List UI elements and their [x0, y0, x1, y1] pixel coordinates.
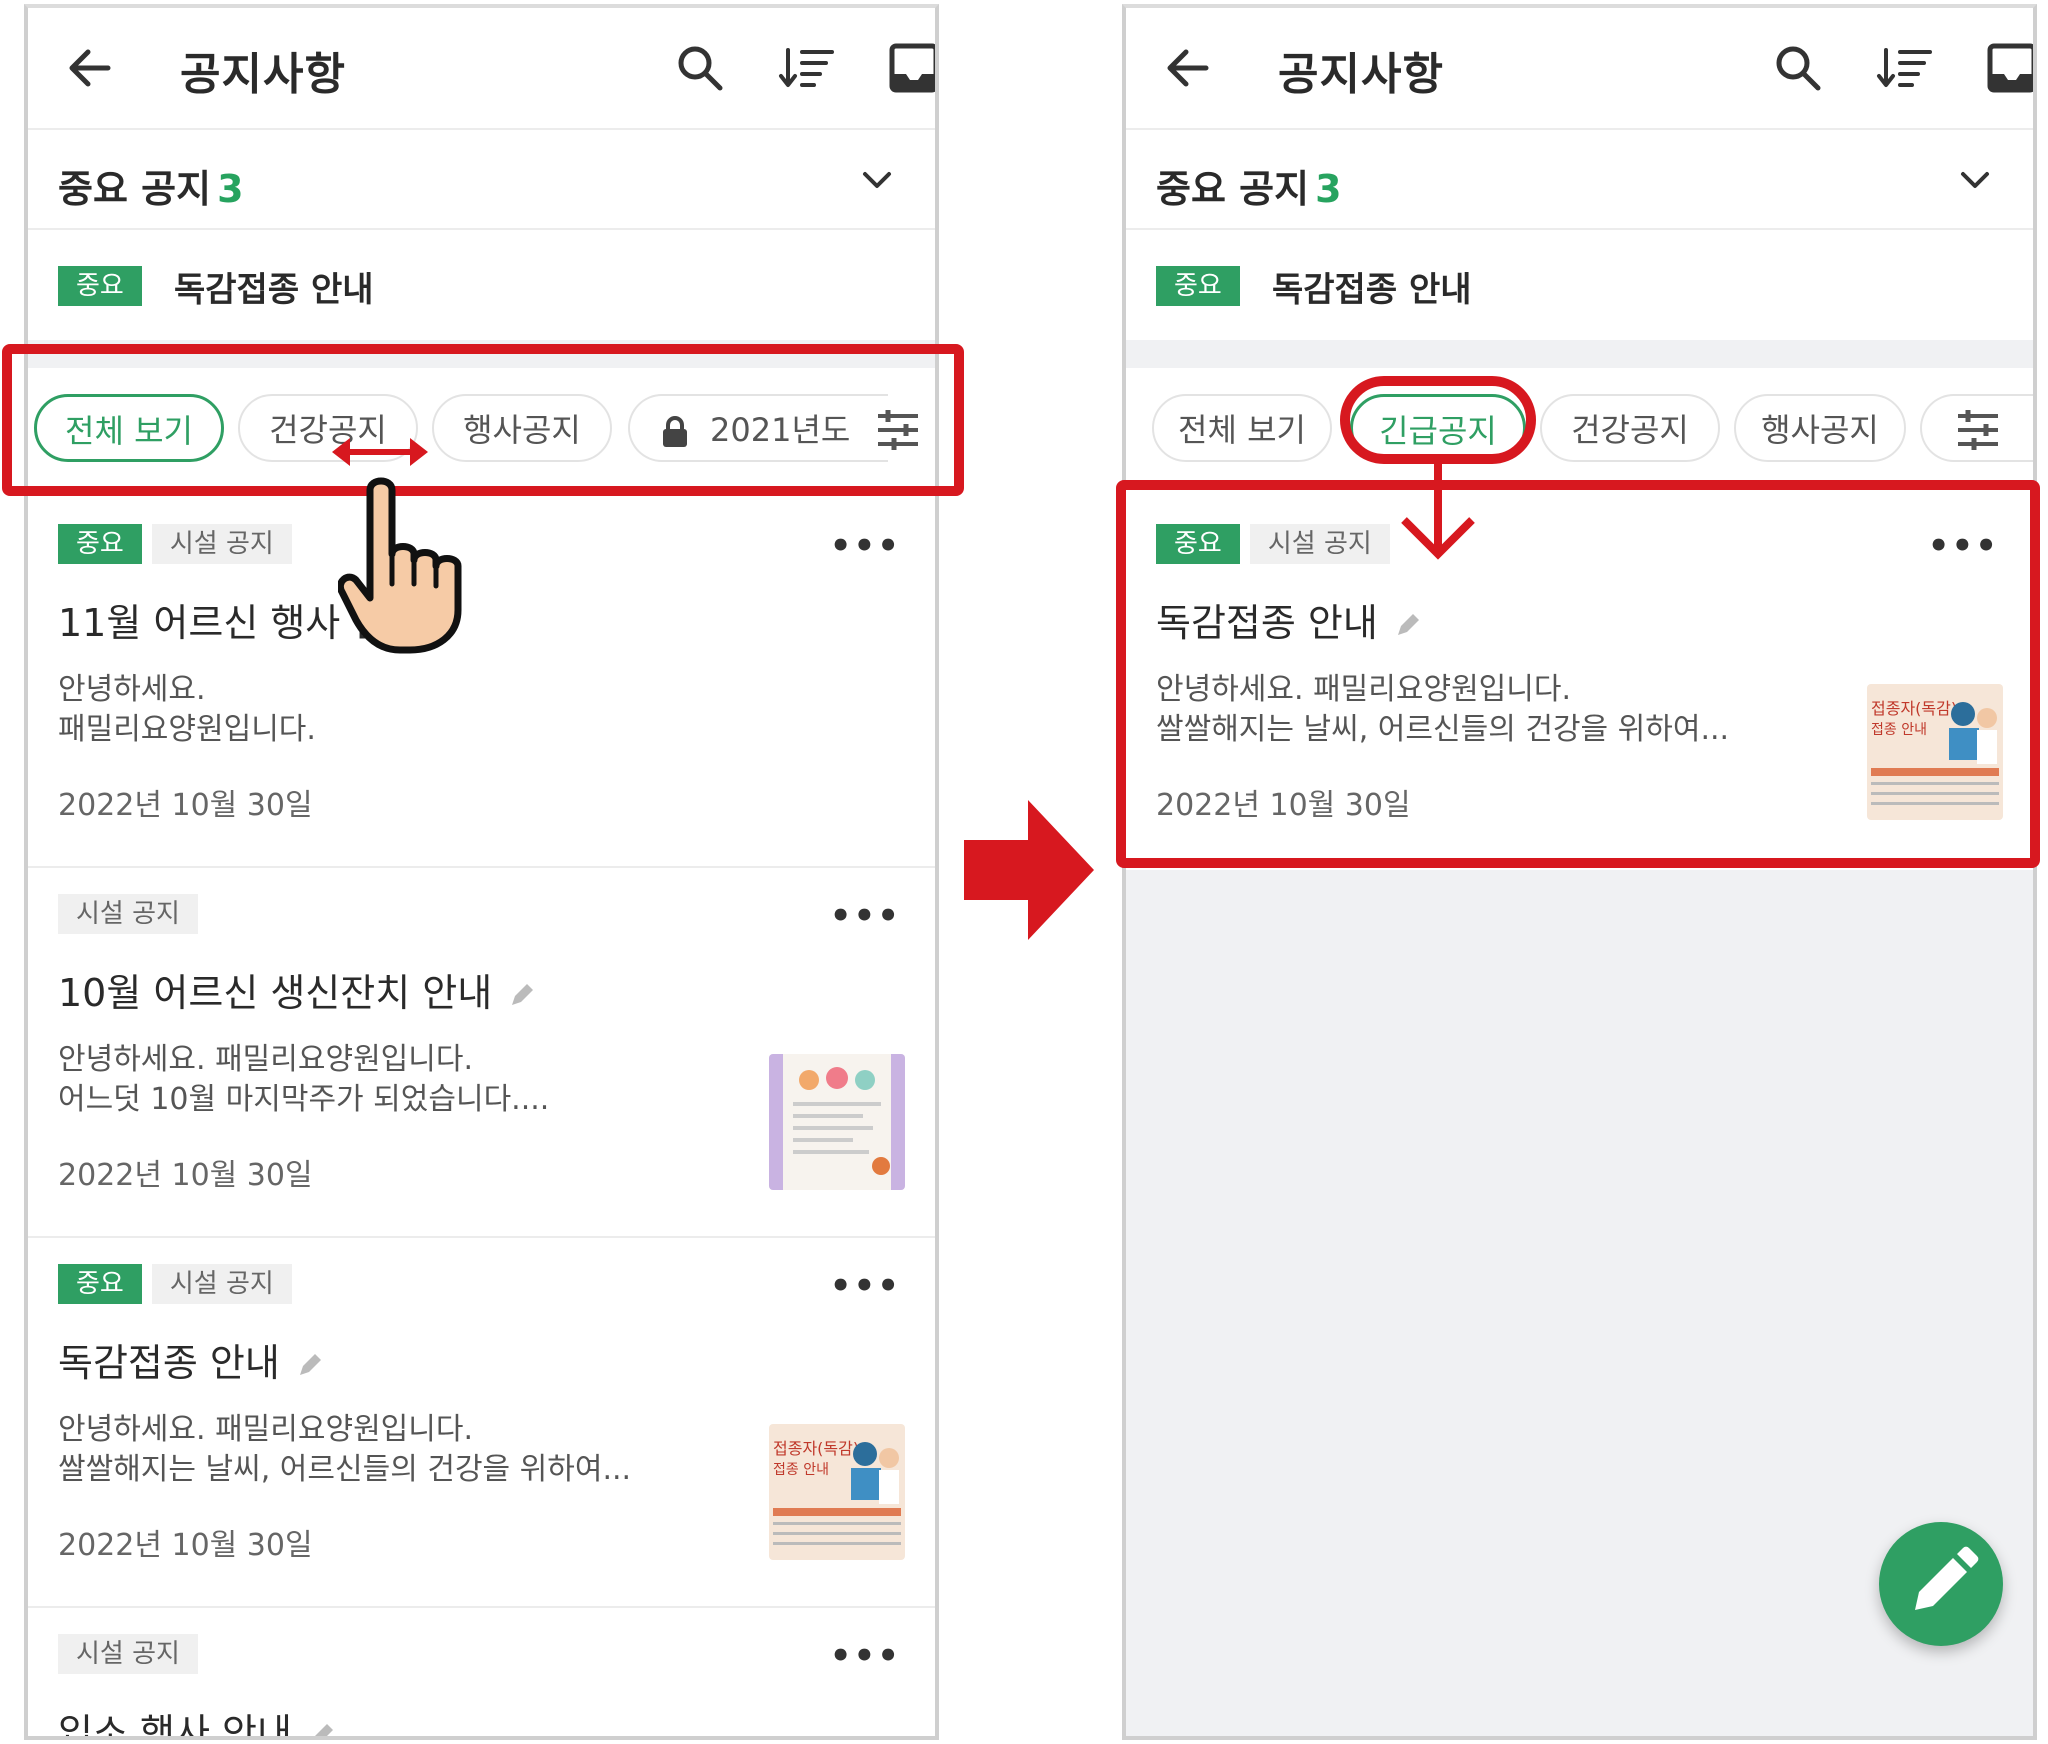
write-post-button[interactable]: [1879, 1522, 2003, 1646]
divider: [1126, 340, 2033, 368]
post-preview-line: 어느덧 10월 마지막주가 되었습니다....: [58, 1082, 550, 1117]
important-notice-title: 독감접종 안내: [1272, 270, 1472, 310]
category-badge: 시설 공지: [58, 1634, 198, 1674]
back-arrow-icon[interactable]: [58, 36, 122, 100]
search-icon[interactable]: [668, 36, 732, 100]
filtered-result-highlight: [1116, 480, 2040, 868]
post-preview-line: 안녕하세요. 패밀리요양원입니다.: [58, 1042, 474, 1077]
transition-arrow-icon: [964, 800, 1094, 940]
post-preview-line: 안녕하세요. 패밀리요양원입니다.: [58, 1412, 474, 1447]
page-title: 공지사항: [180, 49, 346, 100]
edited-pen-icon: [512, 983, 534, 1005]
important-badge: 중요: [58, 1264, 142, 1304]
category-chip-bar[interactable]: 전체 보기 긴급공지 건강공지 행사공지: [1126, 368, 2033, 498]
post-preview: 안녕하세요. 패밀리요양원입니다. 어느덧 10월 마지막주가 되었습니다....: [58, 1040, 549, 1120]
urgent-chip-highlight: [1340, 376, 1536, 464]
post-item[interactable]: 시설 공지 ••• 10월 어르신 생신잔치 안내 안녕하세요. 패밀리요양원입…: [28, 868, 935, 1238]
category-badge: 시설 공지: [151, 1264, 292, 1304]
important-notice-header[interactable]: 중요 공지 3: [1126, 130, 2033, 230]
post-title-text: 독감접종 안내: [58, 1341, 280, 1385]
poster-title-text: 접종자(독감): [773, 1439, 859, 1458]
post-title: 10월 어르신 생신잔치 안내: [58, 962, 536, 1017]
important-notice-item[interactable]: 중요 독감접종 안내: [28, 230, 935, 340]
poster-subtitle-text: 접종 안내: [773, 1462, 829, 1478]
search-icon[interactable]: [1766, 36, 1830, 100]
post-title: 독감접종 안내: [58, 1332, 324, 1387]
chip-health[interactable]: 건강공지: [1540, 394, 1720, 462]
left-phone-screen: 공지사항 중요 공지 3 중요 독감접종 안내 전체 보기 건강공지 행사공지 2…: [24, 4, 939, 1740]
back-arrow-icon[interactable]: [1156, 36, 1220, 100]
edited-pen-icon: [299, 1353, 321, 1375]
post-title-text: 입소 행사 안내: [58, 1711, 292, 1740]
important-notice-header[interactable]: 중요 공지 3: [28, 130, 935, 230]
post-item[interactable]: 시설 공지 ••• 입소 행사 안내: [28, 1608, 935, 1740]
important-badge: 중요: [58, 266, 142, 306]
app-bar: 공지사항: [1126, 8, 2033, 130]
post-date: 2022년 10월 30일: [58, 788, 313, 823]
important-count: 3: [1315, 167, 1342, 211]
swipe-double-arrow-icon: [332, 438, 428, 466]
important-badge: 중요: [1156, 266, 1240, 306]
birthday-poster-thumbnail[interactable]: [769, 1054, 905, 1190]
category-badge: 시설 공지: [58, 894, 198, 934]
poster-illustration: [769, 1054, 905, 1190]
poster-illustration: 접종자(독감) 접종 안내: [773, 1439, 901, 1545]
chip-all[interactable]: 전체 보기: [1152, 394, 1332, 462]
filter-settings-icon[interactable]: [1952, 404, 2004, 456]
page-title: 공지사항: [1278, 49, 1444, 100]
hand-pointer-icon: [338, 477, 462, 654]
post-preview-line: 패밀리요양원입니다.: [58, 712, 316, 747]
more-options-icon[interactable]: •••: [830, 896, 901, 936]
inbox-icon[interactable]: [1980, 36, 2037, 100]
post-preview-line: 쌀쌀해지는 날씨, 어르신들의 건강을 위하여...: [58, 1452, 632, 1487]
chevron-down-icon[interactable]: [855, 158, 899, 202]
post-item[interactable]: 중요 시설 공지 ••• 독감접종 안내 안녕하세요. 패밀리요양원입니다. 쌀쌀해…: [28, 1238, 935, 1608]
important-notice-title: 독감접종 안내: [174, 270, 374, 310]
important-label: 중요 공지: [58, 167, 212, 211]
pencil-icon: [1915, 1546, 1979, 1610]
important-badge: 중요: [58, 524, 142, 564]
post-date: 2022년 10월 30일: [58, 1528, 313, 1563]
important-label: 중요 공지: [1156, 167, 1310, 211]
chevron-down-icon[interactable]: [1953, 158, 1997, 202]
post-preview-line: 안녕하세요.: [58, 672, 206, 707]
more-options-icon[interactable]: •••: [830, 526, 901, 566]
right-phone-screen: 공지사항 중요 공지 3 중요 독감접종 안내 전체 보기 긴급공지 건강공지 행…: [1122, 4, 2037, 1740]
inbox-icon[interactable]: [882, 36, 939, 100]
sort-icon[interactable]: [776, 36, 840, 100]
post-title: 입소 행사 안내: [58, 1702, 336, 1740]
app-bar: 공지사항: [28, 8, 935, 130]
post-preview: 안녕하세요. 패밀리요양원입니다. 쌀쌀해지는 날씨, 어르신들의 건강을 위하여…: [58, 1410, 631, 1490]
flu-poster-thumbnail[interactable]: 접종자(독감) 접종 안내: [769, 1424, 905, 1560]
more-options-icon[interactable]: •••: [830, 1266, 901, 1306]
more-options-icon[interactable]: •••: [830, 1636, 901, 1676]
post-preview: 안녕하세요. 패밀리요양원입니다.: [58, 670, 316, 750]
important-notice-item[interactable]: 중요 독감접종 안내: [1126, 230, 2033, 340]
important-count: 3: [217, 167, 244, 211]
sort-icon[interactable]: [1874, 36, 1938, 100]
post-date: 2022년 10월 30일: [58, 1158, 313, 1193]
chip-event[interactable]: 행사공지: [1734, 394, 1906, 462]
category-badge: 시설 공지: [151, 524, 292, 564]
edited-pen-icon: [314, 1723, 333, 1736]
post-title-text: 10월 어르신 생신잔치 안내: [58, 971, 493, 1015]
